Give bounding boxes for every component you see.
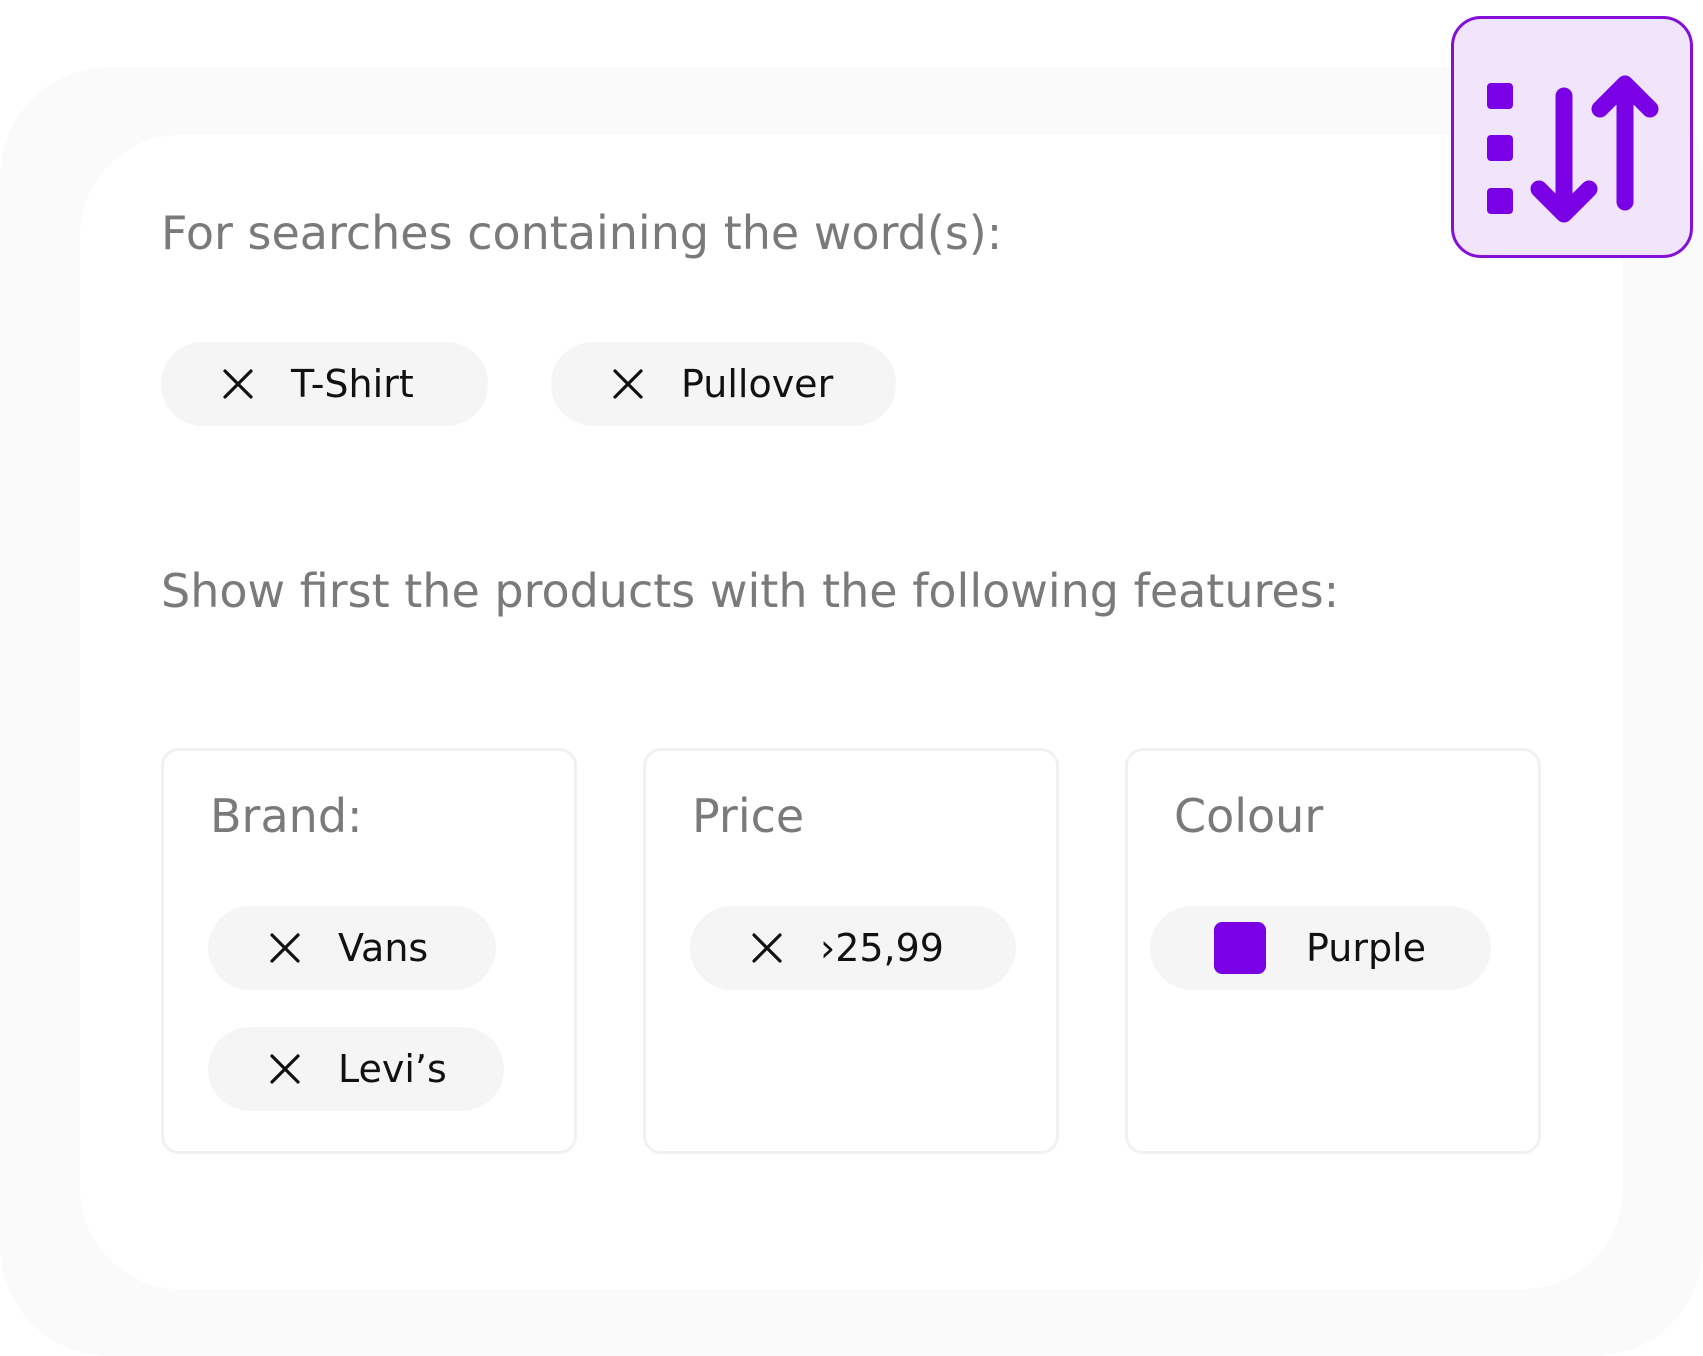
close-icon[interactable] (750, 931, 784, 965)
colour-label: Purple (1306, 926, 1427, 970)
brand-card-title: Brand: (210, 789, 363, 843)
brand-card: Brand: Vans Levi’s (161, 748, 577, 1154)
close-icon[interactable] (221, 367, 255, 401)
price-card: Price ›25,99 (643, 748, 1059, 1154)
search-term-label: T-Shirt (291, 362, 414, 406)
price-label: ›25,99 (820, 926, 944, 970)
brand-chip-levis: Levi’s (208, 1027, 504, 1111)
search-terms-heading: For searches containing the word(s): (161, 206, 1003, 260)
sort-order-icon (1487, 75, 1659, 223)
search-term-chip-tshirt: T-Shirt (161, 342, 488, 426)
close-icon[interactable] (611, 367, 645, 401)
features-heading: Show first the products with the followi… (161, 564, 1340, 618)
colour-card-title: Colour (1174, 789, 1324, 843)
sort-badge (1451, 16, 1693, 258)
search-term-chip-pullover: Pullover (551, 342, 896, 426)
brand-label: Levi’s (338, 1047, 447, 1091)
brand-label: Vans (338, 926, 429, 970)
colour-card: Colour Purple (1125, 748, 1541, 1154)
search-term-label: Pullover (681, 362, 834, 406)
price-chip: ›25,99 (690, 906, 1016, 990)
close-icon[interactable] (268, 1052, 302, 1086)
colour-chip-purple[interactable]: Purple (1150, 906, 1491, 990)
colour-swatch (1214, 922, 1266, 974)
price-card-title: Price (692, 789, 805, 843)
brand-chip-vans: Vans (208, 906, 496, 990)
close-icon[interactable] (268, 931, 302, 965)
